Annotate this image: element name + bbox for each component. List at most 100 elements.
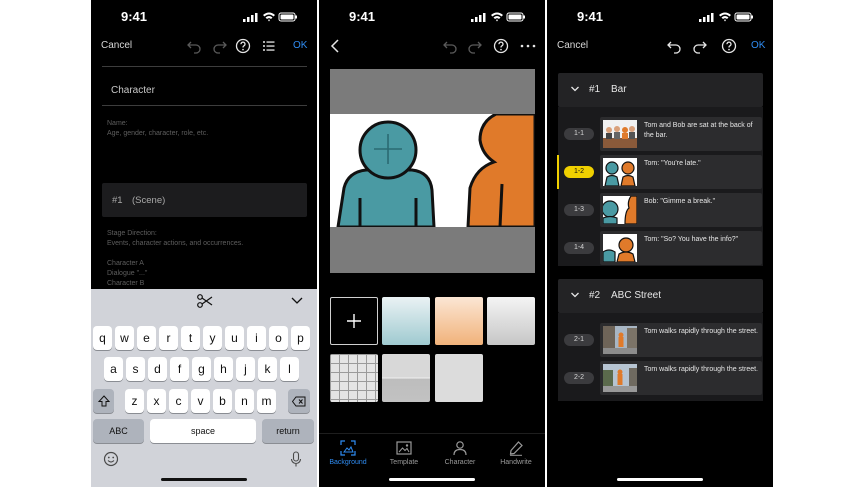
section-header-bar[interactable]: #1 Bar (558, 73, 763, 107)
shift-key[interactable] (93, 389, 114, 413)
scissors-icon[interactable] (196, 293, 214, 309)
section-header-abc-street[interactable]: #2 ABC Street (558, 279, 763, 313)
background-tile-horizon[interactable] (382, 354, 430, 402)
ok-button[interactable]: OK (751, 40, 765, 51)
tab-character[interactable]: Character (432, 440, 488, 466)
nav-bar (319, 34, 545, 58)
background-icon (340, 440, 356, 456)
scene-label: (Scene) (132, 195, 166, 206)
key-l[interactable]: l (280, 357, 299, 381)
tab-handwrite[interactable]: Handwrite (488, 440, 544, 466)
frame-panel[interactable] (330, 114, 535, 227)
phone-storyboard-list: 9:41 Cancel OK #1 Bar 1-1 Tom and Bob ar… (547, 0, 773, 487)
ok-button[interactable]: OK (293, 40, 307, 51)
key-o[interactable]: o (269, 326, 288, 350)
help-icon[interactable] (720, 37, 738, 55)
key-k[interactable]: k (258, 357, 277, 381)
cut-row[interactable]: Tom: "You're late." (600, 155, 762, 189)
key-f[interactable]: f (170, 357, 189, 381)
plus-icon (347, 314, 361, 328)
space-key[interactable]: space (150, 419, 256, 443)
key-s[interactable]: s (126, 357, 145, 381)
key-d[interactable]: d (148, 357, 167, 381)
background-tile-plain-gray[interactable] (435, 354, 483, 402)
key-a[interactable]: a (104, 357, 123, 381)
cut-row[interactable]: Bob: "Gimme a break." (600, 193, 762, 227)
cut-number[interactable]: 1-1 (564, 128, 594, 140)
cut-row[interactable]: Tom and Bob are sat at the back of the b… (600, 117, 762, 151)
key-x[interactable]: x (147, 389, 166, 413)
cut-row[interactable]: Tom: "So? You have the info?" (600, 231, 762, 265)
cut-number[interactable]: 2-1 (564, 334, 594, 346)
key-w[interactable]: w (115, 326, 134, 350)
redo-icon[interactable] (691, 37, 709, 55)
microphone-icon[interactable] (290, 451, 302, 468)
tab-template[interactable]: Template (376, 440, 432, 466)
handwrite-icon (509, 441, 523, 456)
background-tile-orange-gradient[interactable] (435, 297, 483, 345)
status-bar: 9:41 (319, 0, 545, 34)
frame-canvas[interactable] (330, 69, 535, 273)
cut-row[interactable]: Tom walks rapidly through the street. (600, 323, 762, 357)
back-chevron-icon[interactable] (327, 37, 345, 55)
cancel-button[interactable]: Cancel (557, 40, 588, 51)
cut-description: Bob: "Gimme a break." (644, 198, 716, 205)
cut-number[interactable]: 1-2 (564, 166, 594, 178)
cut-number[interactable]: 1-3 (564, 204, 594, 216)
character-icon (453, 441, 467, 456)
scene-header[interactable]: #1 (Scene) (102, 183, 307, 217)
backspace-key[interactable] (288, 389, 310, 413)
help-icon[interactable] (234, 37, 252, 55)
key-q[interactable]: q (93, 326, 112, 350)
list-icon[interactable] (260, 37, 278, 55)
cut-thumbnail (603, 364, 637, 392)
key-r[interactable]: r (159, 326, 178, 350)
key-c[interactable]: c (169, 389, 188, 413)
chevron-down-icon (571, 292, 579, 298)
cut-description: Tom: "So? You have the info?" (644, 236, 739, 243)
more-icon[interactable] (519, 37, 537, 55)
key-e[interactable]: e (137, 326, 156, 350)
key-t[interactable]: t (181, 326, 200, 350)
cut-row[interactable]: Tom walks rapidly through the street. (600, 361, 762, 395)
cancel-button[interactable]: Cancel (101, 40, 132, 51)
status-time: 9:41 (121, 9, 148, 24)
key-n[interactable]: n (235, 389, 254, 413)
background-tile-gray-gradient[interactable] (487, 297, 535, 345)
key-v[interactable]: v (191, 389, 210, 413)
key-z[interactable]: z (125, 389, 144, 413)
background-tile-grid[interactable] (330, 354, 378, 402)
abc-key[interactable]: ABC (93, 419, 144, 443)
return-key[interactable]: return (262, 419, 314, 443)
cut-number[interactable]: 1-4 (564, 242, 594, 254)
key-i[interactable]: i (247, 326, 266, 350)
tab-label: Handwrite (500, 459, 532, 466)
scene-number: #1 (112, 195, 123, 206)
key-u[interactable]: u (225, 326, 244, 350)
key-y[interactable]: y (203, 326, 222, 350)
stage-hint-detail: Events, character actions, and occurrenc… (107, 240, 244, 247)
key-g[interactable]: g (192, 357, 211, 381)
status-icons (471, 12, 525, 22)
key-b[interactable]: b (213, 389, 232, 413)
selection-indicator (557, 155, 559, 189)
divider (102, 66, 307, 67)
help-icon[interactable] (492, 37, 510, 55)
tab-background[interactable]: Background (320, 440, 376, 466)
key-m[interactable]: m (257, 389, 276, 413)
undo-icon[interactable] (185, 37, 203, 55)
status-icons (699, 12, 753, 22)
redo-icon[interactable] (211, 37, 229, 55)
key-p[interactable]: p (291, 326, 310, 350)
undo-icon[interactable] (665, 37, 683, 55)
chevron-down-icon[interactable] (290, 295, 304, 307)
add-background-button[interactable] (330, 297, 378, 345)
cut-number[interactable]: 2-2 (564, 372, 594, 384)
character-field[interactable]: Character (102, 76, 307, 106)
redo-icon[interactable] (466, 37, 484, 55)
key-h[interactable]: h (214, 357, 233, 381)
undo-icon[interactable] (441, 37, 459, 55)
emoji-icon[interactable] (103, 451, 119, 467)
key-j[interactable]: j (236, 357, 255, 381)
background-tile-teal-gradient[interactable] (382, 297, 430, 345)
